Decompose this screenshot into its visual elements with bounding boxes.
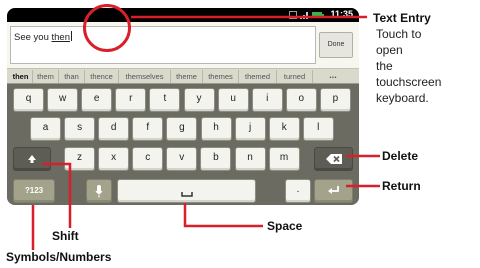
- callout-text-entry-desc-3: the: [376, 59, 393, 73]
- callout-return: Return: [382, 179, 421, 193]
- callout-text-entry-desc-4: touchscreen: [376, 75, 442, 89]
- callout-shift: Shift: [52, 229, 79, 243]
- callout-text-entry-desc-5: keyboard.: [376, 91, 429, 105]
- callout-space: Space: [267, 219, 303, 233]
- callout-text-entry-title: Text Entry: [373, 11, 431, 25]
- callout-delete: Delete: [382, 149, 419, 163]
- callout-symbols-numbers: Symbols/Numbers: [6, 250, 112, 264]
- callout-text-entry-desc-2: open: [376, 43, 403, 57]
- callout-text-entry-desc-1: Touch to: [376, 27, 422, 41]
